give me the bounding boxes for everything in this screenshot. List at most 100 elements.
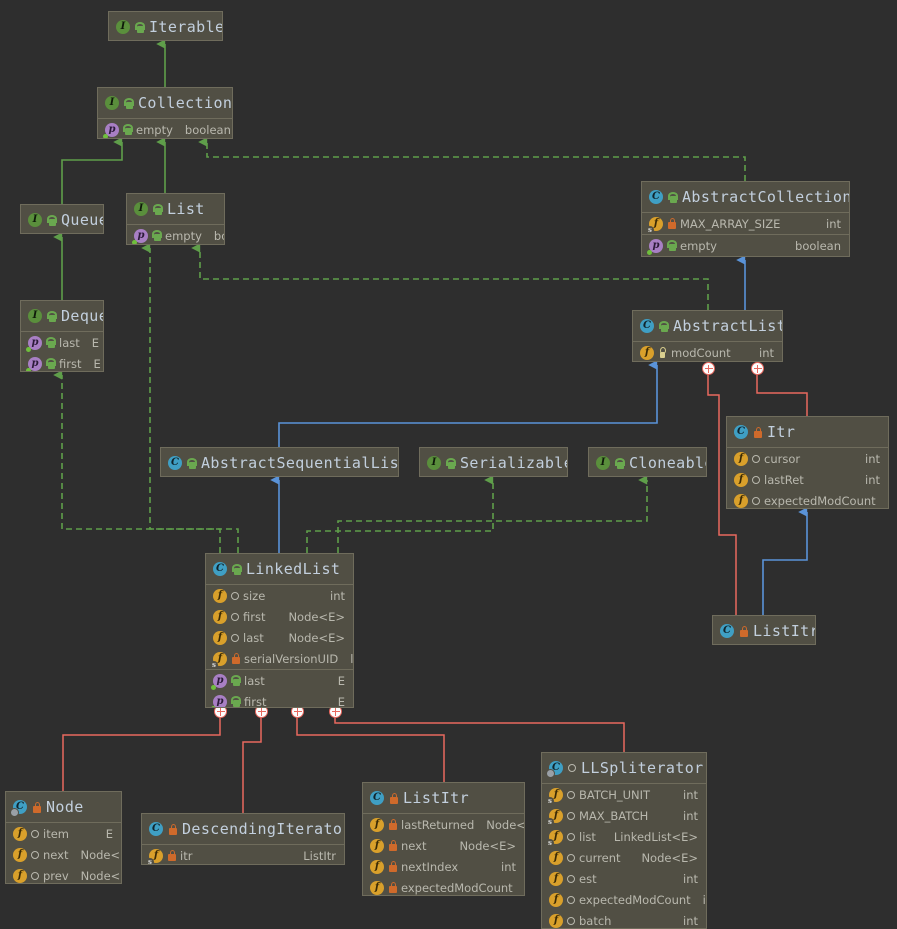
interface-icon: I [116,20,130,34]
class-title-row: C ListItr [713,616,815,644]
member-type-label: E [337,694,345,708]
member-type-label: int [826,216,841,231]
field-icon: f [549,808,563,823]
member-row[interactable]: f prev Node<E> [6,865,121,883]
class-node-llspliterator[interactable]: CLLSpliteratorfBATCH_UNITintfMAX_BATCHin… [541,752,707,929]
class-node-descendingiterator[interactable]: C DescendingIterator f itr ListItr [141,813,345,865]
visibility-package-icon [567,895,575,904]
class-title-row: C Itr [727,417,888,447]
interface-icon: I [105,96,119,110]
visibility-public-icon [46,358,56,369]
member-row[interactable]: f last Node<E> [206,627,353,648]
member-row[interactable]: f itr ListItr [142,845,344,864]
member-row[interactable]: p first E [206,691,353,708]
member-name-label: last [243,630,264,645]
member-name-label: empty [680,238,717,253]
member-row[interactable]: f expectedModCount int [542,889,706,910]
class-name-label: AbstractList [673,317,783,335]
class-node-listitr_right[interactable]: C ListItr [712,615,816,645]
class-node-linkedlist[interactable]: C LinkedList f size int f first Node<E> f last Nod… [205,553,354,708]
visibility-package-icon [752,475,760,484]
class-node-listitr_bottom[interactable]: C ListItr f lastReturned Node<E> f next Node<E>… [362,782,525,896]
edge-linkedlist-to-descendingiterator-inner [242,712,262,813]
member-name-label: nextIndex [401,859,459,874]
member-row[interactable]: f cursor int [727,448,888,469]
member-type-label: int [501,859,516,874]
class-node-abstractlist[interactable]: C AbstractList f modCount int [632,310,783,362]
member-row[interactable]: f expectedModCount int [727,490,888,508]
visibility-package-icon [752,496,760,505]
member-row[interactable]: f next Node<E> [6,844,121,865]
member-type-label: int [865,451,880,466]
interface-icon: I [427,456,441,470]
field-icon: f [549,913,563,928]
class-name-label: Collection [138,94,233,112]
member-name-label: lastReturned [401,817,475,832]
class-node-abstractcollection[interactable]: C AbstractCollection f MAX_ARRAY_SIZE int p em… [641,181,850,257]
member-row[interactable]: p empty boolean [642,235,849,256]
member-type-label: int [330,588,345,603]
class-node-deque[interactable]: I Deque p last Ep first E [20,300,104,372]
edge-linkedlist-to-node-inner [62,712,221,791]
visibility-public-icon [231,675,241,686]
member-name-label: MAX_ARRAY_SIZE [680,216,781,231]
member-row[interactable]: p first E [21,353,103,371]
member-row[interactable]: p empty boolean [98,119,232,138]
member-row[interactable]: f nextIndex int [363,856,524,877]
class-icon: C [640,319,654,333]
member-row[interactable]: p empty boolean [127,225,224,244]
class-node-queue[interactable]: I Queue [20,204,104,234]
member-row[interactable]: f serialVersionUID long [206,648,353,669]
member-row[interactable]: f first Node<E> [206,606,353,627]
class-name-label: DescendingIterator [182,820,345,838]
class-title-row: I Deque [21,301,103,331]
class-node-cloneable[interactable]: I Cloneable [588,447,707,477]
member-row[interactable]: f expectedModCount int [363,877,524,895]
member-row[interactable]: f size int [206,585,353,606]
class-title-row: I Queue [21,205,103,233]
class-node-node[interactable]: C Node f item Ef next Node<E> f prev Node<E> [5,791,122,884]
visibility-package-icon [567,790,575,799]
field-icon: f [549,871,563,886]
member-row[interactable]: f item E [6,823,121,844]
class-name-label: Deque [61,307,104,325]
member-type-label: int [683,871,698,886]
class-title-row: I Cloneable [589,448,707,476]
class-node-list[interactable]: I List p empty boolean [126,193,225,245]
member-name-label: first [59,356,82,371]
class-node-iterable[interactable]: I Iterable [108,11,223,41]
member-row[interactable]: f current Node<E> [542,847,706,868]
member-row[interactable]: f lastReturned Node<E> [363,814,524,835]
member-row[interactable]: p last E [206,670,353,691]
member-row[interactable]: f lastRet int [727,469,888,490]
class-name-label: Cloneable [629,454,707,472]
member-row[interactable]: f MAX_BATCH int [542,805,706,826]
member-row[interactable]: f MAX_ARRAY_SIZE int [642,213,849,234]
field-icon: f [549,892,563,907]
member-row[interactable]: f modCount int [633,342,782,361]
class-name-label: List [167,200,205,218]
class-node-abstractsequentiallist[interactable]: C AbstractSequentialList [160,447,399,477]
member-name-label: list [579,829,596,844]
class-node-serializable[interactable]: I Serializable [419,447,568,477]
visibility-package-icon [31,829,39,838]
member-row[interactable]: f batch int [542,910,706,928]
member-row[interactable]: f list LinkedList<E> [542,826,706,847]
member-row[interactable]: p last E [21,332,103,353]
class-title-row: I List [127,194,224,224]
class-name-label: Itr [767,423,796,441]
property-icon: p [28,335,42,350]
class-node-collection[interactable]: I Collection p empty boolean [97,87,233,139]
edge-listitr-right-to-itr [762,507,808,615]
edge-linkedlist-to-serializable [306,475,494,553]
member-row[interactable]: f next Node<E> [363,835,524,856]
member-name-label: cursor [764,451,801,466]
property-icon: p [105,122,119,137]
member-row[interactable]: f est int [542,868,706,889]
member-row[interactable]: f BATCH_UNIT int [542,784,706,805]
class-node-itr[interactable]: C Itr f cursor int f lastRet int f expectedModCou… [726,416,889,509]
field-icon: f [370,817,384,832]
class-title-row: C AbstractSequentialList [161,448,398,476]
member-name-label: size [243,588,266,603]
property-icon: p [213,694,227,707]
